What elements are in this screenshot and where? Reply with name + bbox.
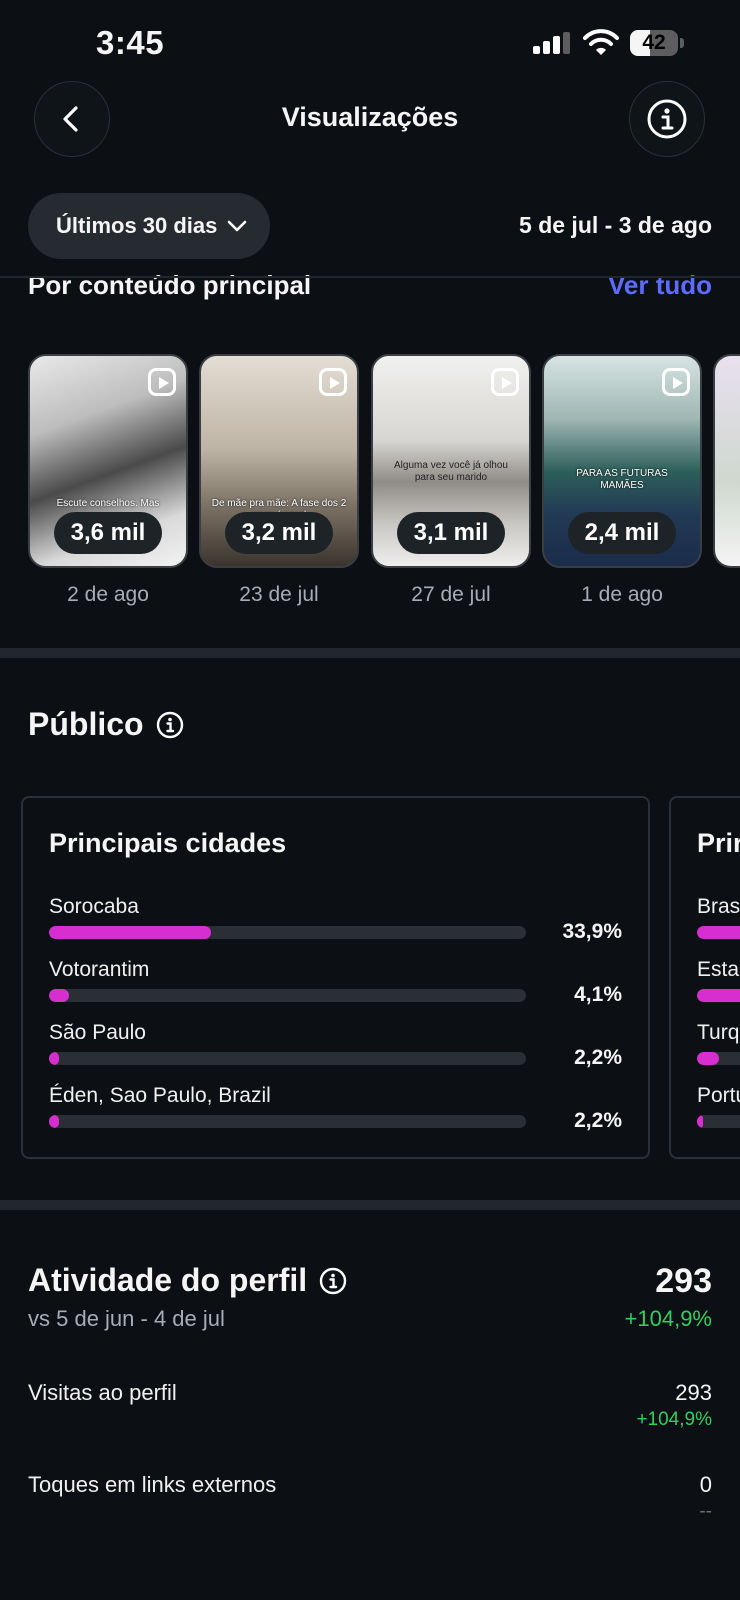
city-name: São Paulo <box>49 1021 146 1044</box>
external-link-taps-change: -- <box>699 1501 712 1522</box>
reels-icon <box>662 368 690 396</box>
city-bar <box>49 1052 526 1065</box>
country-name: Esta <box>697 958 740 981</box>
city-percentage: 33,9% <box>562 920 622 943</box>
thumbnail-date: 27 de jul <box>411 583 491 606</box>
info-icon <box>647 99 687 139</box>
country-bar <box>697 1115 740 1128</box>
see-all-link[interactable]: Ver tudo <box>608 270 712 300</box>
profile-visits-change: +104,9% <box>636 1409 712 1430</box>
thumbnail-date: 1 de ago <box>581 583 663 606</box>
card-title: Prir <box>697 828 740 858</box>
date-range-dropdown[interactable]: Últimos 30 dias <box>28 193 270 259</box>
top-content-heading: Por conteúdo principal <box>28 270 312 300</box>
activity-section-title: Atividade do perfil <box>28 1262 347 1299</box>
activity-title: Atividade do perfil <box>28 1262 308 1298</box>
view-count-badge: 3,1 mil <box>397 512 505 554</box>
info-button[interactable] <box>629 81 705 157</box>
profile-visits-value: 293 <box>675 1380 712 1405</box>
battery-level: 42 <box>642 31 666 54</box>
section-divider <box>0 1200 740 1210</box>
top-countries-card: Prir Bras Esta Turq Portu <box>669 796 740 1159</box>
top-cities-card: Principais cidades Sorocaba 33,9% Votora… <box>21 796 650 1159</box>
card-title: Principais cidades <box>49 828 287 858</box>
chevron-down-icon <box>228 220 247 232</box>
city-bar <box>49 1115 526 1128</box>
city-name: Votorantim <box>49 958 150 981</box>
audience-title: Público <box>28 706 144 742</box>
city-percentage: 2,2% <box>574 1046 622 1069</box>
wifi-icon <box>583 28 619 56</box>
country-bar <box>697 926 740 939</box>
reels-icon <box>491 368 519 396</box>
thumbnail-caption: Escute conselhos. Mas <box>56 498 160 509</box>
activity-total: 293 <box>655 1262 712 1300</box>
audience-section-title: Público <box>28 706 184 743</box>
section-divider <box>0 648 740 658</box>
info-icon[interactable] <box>156 711 184 739</box>
content-thumbnail[interactable] <box>713 354 740 568</box>
thumbnail-date: 23 de jul <box>239 583 319 606</box>
city-percentage: 4,1% <box>574 983 622 1006</box>
profile-visits-label: Visitas ao perfil <box>28 1380 177 1405</box>
city-bar <box>49 926 526 939</box>
country-bar <box>697 989 740 1002</box>
city-name: Éden, Sao Paulo, Brazil <box>49 1084 271 1107</box>
thumbnail-caption: PARA AS FUTURAS MAMÃES <box>576 468 668 491</box>
view-count-badge: 3,6 mil <box>54 512 162 554</box>
external-link-taps-label: Toques em links externos <box>28 1472 277 1497</box>
city-name: Sorocaba <box>49 895 139 918</box>
activity-total-change: +104,9% <box>624 1306 712 1331</box>
battery-icon: 42 <box>630 30 684 56</box>
view-count-badge: 3,2 mil <box>225 512 333 554</box>
reels-icon <box>319 368 347 396</box>
status-time: 3:45 <box>96 24 165 61</box>
date-range-label: Últimos 30 dias <box>56 213 218 238</box>
info-icon[interactable] <box>319 1267 347 1295</box>
country-name: Turq <box>697 1021 740 1044</box>
header-divider <box>0 276 740 278</box>
country-bar <box>697 1052 740 1065</box>
view-count-badge: 2,4 mil <box>568 512 676 554</box>
city-bar <box>49 989 526 1002</box>
city-percentage: 2,2% <box>574 1109 622 1132</box>
thumbnail-caption: Alguma vez você já olhou para seu marido <box>394 460 508 483</box>
external-link-taps-value: 0 <box>699 1472 712 1497</box>
country-name: Bras <box>697 895 740 918</box>
reels-icon <box>148 368 176 396</box>
thumbnail-date: 2 de ago <box>67 583 149 606</box>
cellular-signal-icon <box>533 32 571 54</box>
date-range-text: 5 de jul - 3 de ago <box>519 212 712 238</box>
country-name: Portu <box>697 1084 740 1107</box>
comparison-period: vs 5 de jun - 4 de jul <box>28 1306 225 1331</box>
